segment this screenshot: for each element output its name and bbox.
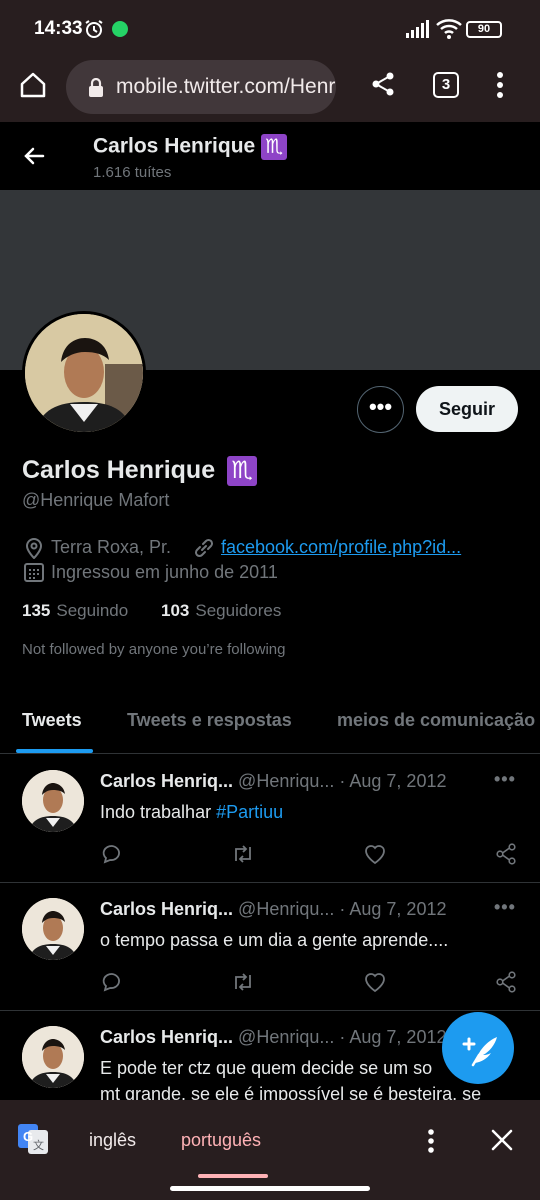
- followers-stat-link[interactable]: 103 Seguidores: [161, 601, 281, 621]
- tweet-more-icon[interactable]: •••: [494, 769, 516, 790]
- tweet-date[interactable]: Aug 7, 2012: [349, 899, 446, 919]
- tweet-author-name[interactable]: Carlos Henriq...: [100, 771, 233, 791]
- tab-tweets[interactable]: Tweets: [22, 710, 82, 731]
- tweet-date[interactable]: Aug 7, 2012: [349, 771, 446, 791]
- calendar-icon: [24, 563, 44, 582]
- tweet-body-line-1: E pode ter ctz que quem decide se um so: [100, 1058, 433, 1078]
- language-option-english[interactable]: inglês: [89, 1130, 136, 1151]
- followers-label: Seguidores: [195, 601, 282, 620]
- url-text: mobile.twitter.com/Henrique: [116, 75, 336, 98]
- status-time: 14:33: [34, 18, 83, 39]
- share-icon[interactable]: [495, 843, 517, 865]
- tweet-author-name[interactable]: Carlos Henriq...: [100, 899, 233, 919]
- more-options-button[interactable]: •••: [357, 386, 404, 433]
- follow-button[interactable]: Seguir: [416, 386, 518, 432]
- tweet-author-handle: @Henriqu...: [238, 1027, 335, 1047]
- tweet-text: E pode ter ctz que quem decide se um so …: [100, 1055, 481, 1100]
- tweet-header: Carlos Henriq... @Henriqu... · Aug 7, 20…: [100, 771, 446, 792]
- following-count: 135: [22, 601, 51, 620]
- profile-joined-date: Ingressou em junho de 2011: [51, 562, 278, 582]
- not-followed-notice: Not followed by anyone you’re following: [22, 641, 286, 658]
- tweet-date[interactable]: Aug 7, 2012: [349, 1027, 446, 1047]
- whatsapp-icon: [112, 21, 128, 37]
- home-icon[interactable]: [18, 70, 48, 100]
- vertical-dots-icon[interactable]: [426, 1128, 436, 1154]
- profile-tabs: Tweets Tweets e respostas meios de comun…: [0, 690, 540, 754]
- reply-icon[interactable]: [101, 843, 123, 865]
- tweet-header: Carlos Henriq... @Henriqu... · Aug 7, 20…: [100, 899, 446, 920]
- tweet-hashtag[interactable]: #Partiuu: [216, 802, 283, 822]
- scorpio-emoji-icon: ♏: [227, 456, 258, 487]
- gesture-handle[interactable]: [170, 1186, 370, 1191]
- tweet-author-handle: @Henriqu...: [238, 771, 335, 791]
- header-title: Carlos Henrique ♏: [93, 134, 288, 160]
- header-name: Carlos Henrique: [93, 134, 256, 158]
- tweet-body-line-2: mt grande, se ele é impossível se é best…: [100, 1084, 482, 1100]
- profile-name: Carlos Henrique ♏: [22, 456, 258, 487]
- active-tab-indicator: [16, 749, 93, 753]
- profile-name-text: Carlos Henrique: [22, 456, 216, 484]
- retweet-icon[interactable]: [231, 971, 255, 993]
- scorpio-emoji-icon: ♏: [261, 134, 288, 160]
- svg-text:G: G: [23, 1129, 33, 1144]
- tweet-separator: ·: [339, 771, 346, 791]
- share-icon[interactable]: [495, 971, 517, 993]
- wifi-icon: [436, 19, 462, 39]
- tweet-header: Carlos Henriq... @Henriqu... · Aug 7, 20…: [100, 1027, 446, 1048]
- tweet-item[interactable]: Carlos Henriq... @Henriqu... · Aug 7, 20…: [0, 755, 540, 883]
- heart-icon[interactable]: [363, 971, 387, 993]
- tweet-avatar[interactable]: [22, 898, 84, 960]
- tweet-count: 1.616 tuítes: [93, 164, 172, 181]
- arrow-left-icon[interactable]: [22, 144, 46, 168]
- profile-handle: @Henrique Mafort: [22, 490, 170, 510]
- following-label: Seguindo: [56, 601, 129, 620]
- profile-location: Terra Roxa, Pr.: [51, 537, 172, 557]
- battery-indicator: 90: [466, 21, 502, 38]
- selected-language-indicator: [198, 1174, 268, 1178]
- tweet-text: o tempo passa e um dia a gente aprende..…: [100, 927, 448, 953]
- reply-icon[interactable]: [101, 971, 123, 993]
- signal-icon: [406, 20, 429, 38]
- svg-text:文: 文: [33, 1138, 44, 1152]
- profile-avatar[interactable]: [22, 311, 146, 435]
- tweet-separator: ·: [339, 899, 346, 919]
- followers-count: 103: [161, 601, 190, 620]
- close-icon[interactable]: [490, 1128, 514, 1152]
- alarm-icon: [85, 20, 103, 38]
- vertical-dots-icon[interactable]: [492, 70, 508, 100]
- tweet-separator: ·: [339, 1027, 346, 1047]
- tweet-avatar[interactable]: [22, 1026, 84, 1088]
- tweet-body: Indo trabalhar: [100, 802, 217, 822]
- tweet-author-name[interactable]: Carlos Henriq...: [100, 1027, 233, 1047]
- following-stat-link[interactable]: 135 Seguindo: [22, 601, 128, 621]
- compose-tweet-icon: [462, 1037, 497, 1067]
- link-icon: [194, 538, 214, 558]
- language-option-portuguese[interactable]: português: [181, 1130, 261, 1151]
- tab-tweets-and-replies[interactable]: Tweets e respostas: [127, 710, 292, 731]
- compose-tweet-button[interactable]: [442, 1012, 514, 1084]
- tweet-text: Indo trabalhar #Partiuu: [100, 799, 283, 825]
- google-translate-icon[interactable]: G文: [18, 1124, 48, 1154]
- location-pin-icon: [25, 538, 43, 559]
- tweet-body: o tempo passa e um dia a gente aprende..…: [100, 930, 449, 950]
- lock-icon: [89, 78, 103, 97]
- heart-icon[interactable]: [363, 843, 387, 865]
- profile-header-bar: Carlos Henrique ♏ 1.616 tuítes: [0, 122, 540, 190]
- share-icon[interactable]: [370, 71, 396, 97]
- tab-media[interactable]: meios de comunicação: [337, 710, 535, 731]
- url-bar[interactable]: mobile.twitter.com/Henrique: [66, 60, 336, 114]
- retweet-icon[interactable]: [231, 843, 255, 865]
- tweet-author-handle: @Henriqu...: [238, 899, 335, 919]
- browser-toolbar: mobile.twitter.com/Henrique 3: [0, 56, 540, 122]
- tweet-item[interactable]: Carlos Henriq... @Henriqu... · Aug 7, 20…: [0, 883, 540, 1011]
- tweet-avatar[interactable]: [22, 770, 84, 832]
- tab-count-button[interactable]: 3: [433, 72, 459, 98]
- tweet-more-icon[interactable]: •••: [494, 897, 516, 918]
- translate-bar: G文 inglês português: [0, 1100, 540, 1200]
- profile-website-link[interactable]: facebook.com/profile.php?id...: [221, 537, 461, 558]
- status-bar: 14:33 90: [0, 0, 540, 56]
